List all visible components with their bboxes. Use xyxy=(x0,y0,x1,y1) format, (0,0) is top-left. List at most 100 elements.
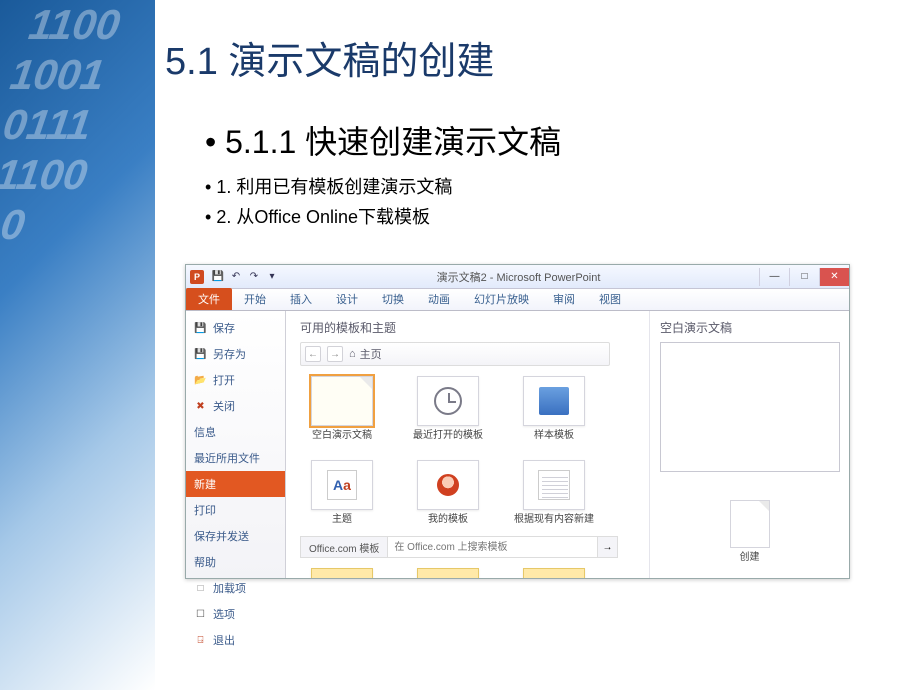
office-com-search: Office.com 模板 → xyxy=(300,536,618,558)
sidebar-item-close[interactable]: ✖关闭 xyxy=(186,393,285,419)
qat-dropdown-icon[interactable]: ▾ xyxy=(266,271,278,283)
slide-content: 5.1 演示文稿的创建 5.1.1 快速创建演示文稿 1. 利用已有模板创建演示… xyxy=(0,0,920,229)
my-templates-icon xyxy=(417,460,479,510)
backstage-preview-pane: 空白演示文稿 创建 xyxy=(649,311,849,578)
sidebar-item-exit[interactable]: ⍈ 退出 xyxy=(186,627,285,653)
sidebar-label: 打印 xyxy=(194,502,216,518)
sidebar-label: 帮助 xyxy=(194,554,216,570)
sidebar-label: 保存并发送 xyxy=(194,528,249,544)
backstage-main: 可用的模板和主题 ← → ⌂ 主页 空白演示文稿 最近打开的模板 样本模板 xyxy=(286,311,649,578)
sidebar-label: 保存 xyxy=(213,320,235,336)
sidebar-item-save[interactable]: 💾 保存 xyxy=(186,315,285,341)
sidebar-item-info[interactable]: 信息 xyxy=(186,419,285,445)
sidebar-label: 退出 xyxy=(213,632,235,648)
sidebar-label: 另存为 xyxy=(213,346,246,362)
template-label: 根据现有内容新建 xyxy=(512,514,596,526)
office-com-search-input[interactable] xyxy=(388,537,597,557)
template-label: 我的模板 xyxy=(406,514,490,526)
sidebar-item-new[interactable]: 新建 xyxy=(186,471,285,497)
quick-access-toolbar: 💾 ↶ ↷ ▾ xyxy=(212,271,278,283)
nav-home[interactable]: ⌂ 主页 xyxy=(349,346,382,362)
create-icon xyxy=(730,500,770,548)
slide-subheading: 5.1.1 快速创建演示文稿 xyxy=(205,117,880,163)
office-com-search-button[interactable]: → xyxy=(597,537,617,557)
from-existing-icon xyxy=(523,460,585,510)
sidebar-label: 信息 xyxy=(194,424,216,440)
preview-heading: 空白演示文稿 xyxy=(660,319,839,336)
window-controls: — □ ✕ xyxy=(759,268,849,286)
qat-redo-icon[interactable]: ↷ xyxy=(248,271,260,283)
backstage-sidebar: 💾 保存 💾 另存为 📂打开 ✖关闭 信息 最近所用文件 新建 打印 保存并发送 帮… xyxy=(186,311,286,578)
save-as-icon: 💾 xyxy=(194,348,207,361)
addins-icon: □ xyxy=(194,582,207,595)
close-button[interactable]: ✕ xyxy=(819,268,849,286)
tab-design[interactable]: 设计 xyxy=(324,288,370,310)
ribbon-tabs: 文件 开始 插入 设计 切换 动画 幻灯片放映 审阅 视图 xyxy=(186,289,849,311)
blank-presentation-icon xyxy=(311,376,373,426)
sidebar-item-saveas[interactable]: 💾 另存为 xyxy=(186,341,285,367)
sidebar-label: 选项 xyxy=(213,606,235,622)
template-theme[interactable]: Aa 主题 xyxy=(300,460,384,526)
office-template-grid: 证书、奖状 日历 内容幻灯片 xyxy=(300,568,620,578)
recent-templates-icon xyxy=(417,376,479,426)
options-icon: ☐ xyxy=(194,608,207,621)
save-icon: 💾 xyxy=(194,322,207,335)
template-recent[interactable]: 最近打开的模板 xyxy=(406,376,490,442)
backstage-view: 💾 保存 💾 另存为 📂打开 ✖关闭 信息 最近所用文件 新建 打印 保存并发送 帮… xyxy=(186,311,849,578)
qat-save-icon[interactable]: 💾 xyxy=(212,271,224,283)
nav-home-label: 主页 xyxy=(360,346,382,362)
sidebar-item-options[interactable]: ☐ 选项 xyxy=(186,601,285,627)
window-title: 演示文稿2 - Microsoft PowerPoint xyxy=(278,269,759,285)
powerpoint-window: P 💾 ↶ ↷ ▾ 演示文稿2 - Microsoft PowerPoint —… xyxy=(185,264,850,579)
template-label: 最近打开的模板 xyxy=(406,430,490,442)
qat-undo-icon[interactable]: ↶ xyxy=(230,271,242,283)
template-nav: ← → ⌂ 主页 xyxy=(300,342,610,366)
home-icon: ⌂ xyxy=(349,348,356,360)
certificates-icon xyxy=(311,568,373,578)
maximize-button[interactable]: □ xyxy=(789,268,819,286)
template-my[interactable]: 我的模板 xyxy=(406,460,490,526)
tab-slideshow[interactable]: 幻灯片放映 xyxy=(462,288,541,310)
slide-point-2: 2. 从Office Online下载模板 xyxy=(205,203,880,229)
nav-forward-button[interactable]: → xyxy=(327,346,343,362)
sidebar-label: 最近所用文件 xyxy=(194,450,260,466)
sidebar-item-recent[interactable]: 最近所用文件 xyxy=(186,445,285,471)
sidebar-label: 打开 xyxy=(213,372,235,388)
tab-transitions[interactable]: 切换 xyxy=(370,288,416,310)
template-label: 主题 xyxy=(300,514,384,526)
sidebar-item-addins[interactable]: □加载项 xyxy=(186,575,285,601)
template-content-slides[interactable]: 内容幻灯片 xyxy=(512,568,596,578)
sidebar-item-print[interactable]: 打印 xyxy=(186,497,285,523)
sidebar-item-open[interactable]: 📂打开 xyxy=(186,367,285,393)
tab-view[interactable]: 视图 xyxy=(587,288,633,310)
content-slides-icon xyxy=(523,568,585,578)
create-button[interactable]: 创建 xyxy=(660,500,839,564)
sample-templates-icon xyxy=(523,376,585,426)
powerpoint-app-icon: P xyxy=(190,270,204,284)
preview-thumbnail xyxy=(660,342,840,472)
exit-icon: ⍈ xyxy=(194,634,207,647)
window-titlebar[interactable]: P 💾 ↶ ↷ ▾ 演示文稿2 - Microsoft PowerPoint —… xyxy=(186,265,849,289)
sidebar-label: 关闭 xyxy=(213,398,235,414)
minimize-button[interactable]: — xyxy=(759,268,789,286)
tab-animations[interactable]: 动画 xyxy=(416,288,462,310)
template-existing[interactable]: 根据现有内容新建 xyxy=(512,460,596,526)
tab-file[interactable]: 文件 xyxy=(186,288,232,310)
create-label: 创建 xyxy=(660,552,839,564)
template-blank[interactable]: 空白演示文稿 xyxy=(300,376,384,442)
template-label: 样本模板 xyxy=(512,430,596,442)
sidebar-item-help[interactable]: 帮助 xyxy=(186,549,285,575)
nav-back-button[interactable]: ← xyxy=(305,346,321,362)
tab-insert[interactable]: 插入 xyxy=(278,288,324,310)
templates-heading: 可用的模板和主题 xyxy=(300,319,635,336)
template-calendar[interactable]: 日历 xyxy=(406,568,490,578)
template-label: 空白演示文稿 xyxy=(300,430,384,442)
template-sample[interactable]: 样本模板 xyxy=(512,376,596,442)
template-certificates[interactable]: 证书、奖状 xyxy=(300,568,384,578)
slide-title: 5.1 演示文稿的创建 xyxy=(165,30,880,85)
sidebar-item-savesend[interactable]: 保存并发送 xyxy=(186,523,285,549)
office-com-label: Office.com 模板 xyxy=(301,537,388,557)
slide-point-1: 1. 利用已有模板创建演示文稿 xyxy=(205,173,880,199)
tab-home[interactable]: 开始 xyxy=(232,288,278,310)
tab-review[interactable]: 审阅 xyxy=(541,288,587,310)
